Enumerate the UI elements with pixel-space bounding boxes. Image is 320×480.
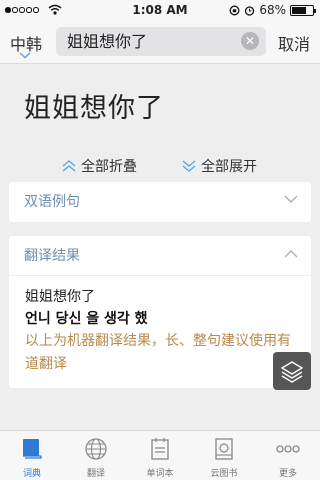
bilingual-examples-section[interactable]: 双语例句	[9, 182, 311, 222]
expand-all-button[interactable]: 全部展开	[181, 156, 257, 176]
tab-cloud-book[interactable]: 云图书	[192, 431, 256, 480]
search-bar: 中韩 姐姐想你了 取消	[0, 20, 320, 64]
globe-icon	[85, 438, 107, 460]
layers-button[interactable]	[273, 352, 311, 390]
double-chevron-up-icon	[62, 160, 76, 172]
lock-rotation-icon	[229, 5, 240, 15]
tab-label: 更多	[278, 469, 297, 479]
machine-translation-note: 以上为机器翻译结果，长、整句建议使用有道翻译	[25, 333, 291, 372]
more-icon	[276, 445, 300, 453]
battery-percent: 68%	[259, 3, 286, 17]
wordbook-icon	[151, 438, 169, 460]
layers-icon	[280, 361, 304, 383]
search-input[interactable]: 姐姐想你了	[56, 27, 266, 56]
collapse-all-label: 全部折叠	[81, 159, 137, 175]
section-title: 双语例句	[24, 194, 80, 210]
expand-all-label: 全部展开	[201, 159, 257, 175]
tab-label: 云图书	[210, 469, 238, 479]
tab-label: 单词本	[146, 469, 174, 479]
tab-label: 翻译	[86, 469, 105, 479]
section-title: 翻译结果	[24, 248, 80, 264]
status-bar: 1:08 AM 68%	[0, 0, 320, 20]
cloud-book-icon	[215, 438, 233, 460]
tab-label: 词典	[22, 469, 41, 479]
translated-text: 언니 당신 을 생각 했	[25, 311, 148, 327]
source-text: 姐姐想你了	[25, 289, 95, 305]
chevron-up-icon	[284, 250, 298, 258]
battery-icon	[290, 4, 316, 16]
double-chevron-down-icon	[182, 160, 196, 172]
word-title: 姐姐想你了	[24, 93, 164, 124]
tab-bar: 词典 翻译 单词本 云图书 更多	[0, 430, 320, 480]
translation-result-section: 翻译结果 姐姐想你了 언니 당신 을 생각 했 以上为机器翻译结果，长、整句建议…	[9, 236, 311, 388]
cancel-button[interactable]: 取消	[278, 31, 310, 55]
chevron-down-icon[interactable]	[19, 52, 31, 59]
chevron-down-icon	[284, 195, 298, 203]
tab-wordbook[interactable]: 单词本	[128, 431, 192, 480]
translation-header[interactable]: 翻译结果	[9, 236, 311, 276]
alarm-icon	[245, 5, 255, 16]
tab-more[interactable]: 更多	[256, 431, 320, 480]
collapse-all-button[interactable]: 全部折叠	[61, 156, 137, 176]
dictionary-icon	[23, 439, 42, 459]
tab-translate[interactable]: 翻译	[64, 431, 128, 480]
clear-search-icon[interactable]: ✕	[241, 32, 259, 50]
tab-dictionary[interactable]: 词典	[0, 431, 64, 480]
